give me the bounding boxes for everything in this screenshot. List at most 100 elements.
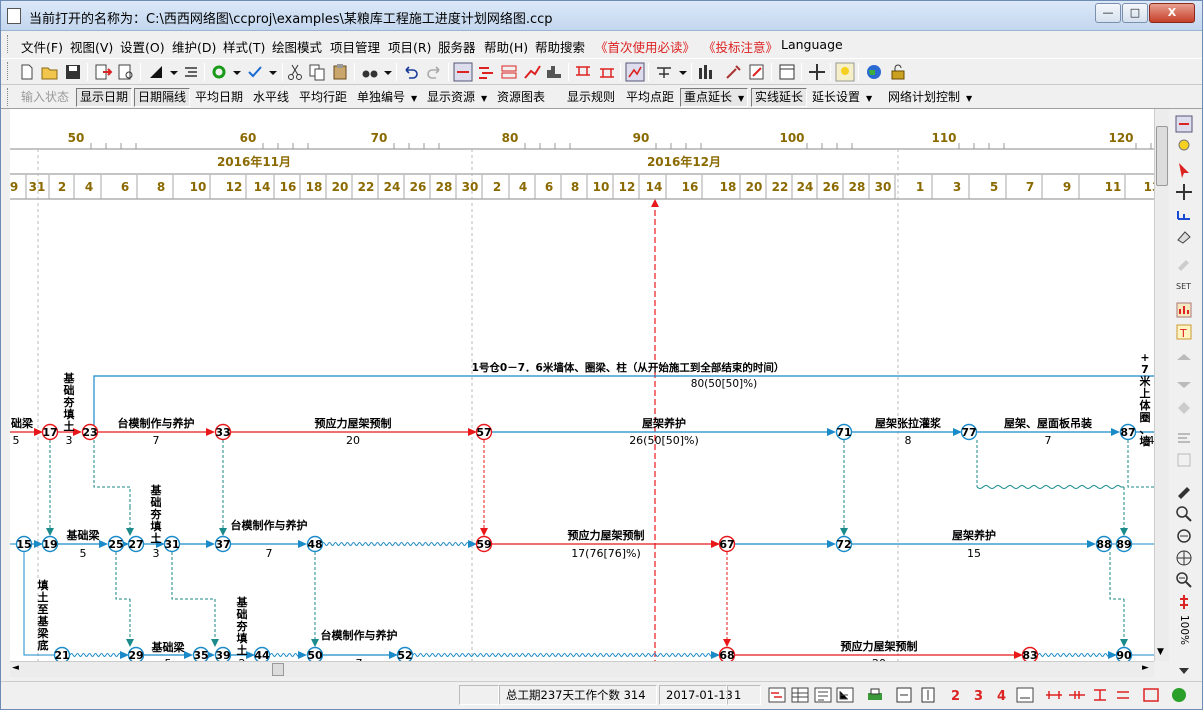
node-label[interactable]: 89 [1116,538,1131,551]
paste-icon[interactable] [330,62,350,82]
dropdown-arrow-icon[interactable] [378,62,398,82]
scroll-left-icon[interactable]: ◄ [12,663,19,673]
redo-icon[interactable] [424,62,444,82]
globe-icon[interactable] [864,62,884,82]
menu-language[interactable]: Language [781,37,843,52]
node-label[interactable]: 67 [719,538,734,551]
node-label[interactable]: 77 [961,426,976,439]
horizontal-scrollbar[interactable]: ◄ ► [10,661,1154,677]
input-state-button[interactable]: 输入状态 [18,88,72,107]
level-2-icon[interactable]: 2 [947,685,967,705]
menu-maintain[interactable]: 维护(D) [172,37,216,56]
close-button[interactable]: X [1149,3,1195,23]
line-style-icon[interactable] [146,62,166,82]
select-arrow-icon[interactable] [1175,161,1193,179]
show-date-button[interactable]: 显示日期 [76,88,133,107]
node-label[interactable]: 44 [254,649,270,661]
menu-view[interactable]: 视图(V) [70,37,113,56]
node-label[interactable]: 19 [42,538,57,551]
node-label[interactable]: 25 [108,538,123,551]
curve-view-icon[interactable] [522,62,542,82]
node-label[interactable]: 72 [836,538,851,551]
menu-file[interactable]: 文件(F) [21,37,63,56]
menu-help-search[interactable]: 帮助搜索 [535,37,585,56]
move-icon[interactable] [1175,183,1193,201]
network-diagram-canvas[interactable]: 50 60 70 80 90 100 110 120 2016年11月 2016年12月 9 31 2 4… [10,109,1154,661]
average-date-button[interactable]: 平均日期 [192,88,246,107]
printer-icon[interactable] [865,685,885,705]
export-icon[interactable] [93,62,113,82]
split-icon[interactable] [654,62,674,82]
dropdown-arrow-icon[interactable] [673,62,693,82]
zoom-in-icon[interactable] [1175,505,1193,523]
node-tool-icon[interactable] [1175,205,1193,223]
node-label[interactable]: 35 [193,649,208,661]
toolbar2-grip[interactable] [7,88,10,106]
resource-chart-button[interactable]: 资源图表 [494,88,548,107]
bar-chart-icon[interactable] [696,62,716,82]
level-3-icon[interactable]: 3 [970,685,990,705]
node-label[interactable]: 37 [215,538,230,551]
menu-help[interactable]: 帮助(H) [484,37,528,56]
node-label[interactable]: 21 [54,649,69,661]
dropdown-arrow-icon[interactable] [227,62,247,82]
node-label[interactable]: 71 [836,426,851,439]
page-height-icon[interactable] [918,685,938,705]
network-view-icon[interactable] [453,62,473,82]
lightbulb-tool-icon[interactable] [1175,137,1193,155]
align-icon[interactable] [1175,429,1193,447]
chevron-down-icon[interactable] [1175,661,1193,679]
bar-view-icon[interactable] [499,62,519,82]
new-file-icon[interactable] [17,62,37,82]
menu-settings[interactable]: 设置(O) [120,37,165,56]
shrink-vertical-icon[interactable] [1113,685,1133,705]
vertical-scrollbar[interactable]: ▼ [1154,109,1169,661]
lightbulb-icon[interactable] [835,62,855,82]
find-icon[interactable] [360,62,380,82]
critical-path-icon[interactable] [1175,593,1193,611]
gantt-view-icon[interactable] [476,62,496,82]
undo-icon[interactable] [401,62,421,82]
minimize-button[interactable]: — [1095,3,1121,23]
network-plan-control-dropdown[interactable]: 网络计划控制 ▼ [885,88,975,107]
menu-server[interactable]: 服务器 [438,37,476,56]
status-ok-icon[interactable] [1169,685,1189,705]
grid-icon[interactable] [1175,451,1193,469]
indent-icon[interactable] [181,62,201,82]
menu-style[interactable]: 样式(T) [223,37,265,56]
refresh-icon[interactable] [209,62,229,82]
pen-icon[interactable] [1175,481,1193,499]
node-label[interactable]: 90 [1116,649,1132,661]
menu-draw-mode[interactable]: 绘图模式 [272,37,322,56]
node-label[interactable]: 50 [307,649,323,661]
horizontal-scroll-thumb[interactable] [272,663,284,676]
layer-down-icon[interactable] [1175,373,1193,391]
node-label[interactable]: 48 [307,538,322,551]
scroll-down-icon[interactable]: ▼ [1157,647,1164,657]
node-label[interactable]: 68 [719,649,734,661]
node-label[interactable]: 31 [164,538,179,551]
set-icon[interactable]: SET [1175,275,1193,293]
node-label[interactable]: 59 [476,538,491,551]
print-preview-icon[interactable] [116,62,136,82]
table-view-icon[interactable] [790,685,810,705]
chart-edit-icon[interactable] [625,62,645,82]
list-view-icon[interactable] [813,685,833,705]
menu-project[interactable]: 项目(R) [388,37,431,56]
show-rules-button[interactable]: 显示规则 [564,88,618,107]
node-label[interactable]: 83 [1022,649,1037,661]
solid-line-extension-button[interactable]: 实线延长 [751,88,808,107]
key-extension-dropdown[interactable]: 重点延长 ▼ [680,88,749,107]
menu-project-manage[interactable]: 项目管理 [330,37,380,56]
node-label[interactable]: 29 [128,649,143,661]
scroll-right-icon[interactable]: ► [1142,663,1149,673]
gantt-view-icon[interactable] [767,685,787,705]
node-label[interactable]: 17 [42,426,57,439]
lock-icon[interactable] [888,62,908,82]
expand-horizontal-icon[interactable] [1044,685,1064,705]
dropdown-arrow-icon[interactable] [263,62,283,82]
edit-doc-icon[interactable] [747,62,767,82]
date-gridline-button[interactable]: 日期隔线 [134,88,191,107]
node-label[interactable]: 27 [128,538,143,551]
copy-icon[interactable] [307,62,327,82]
